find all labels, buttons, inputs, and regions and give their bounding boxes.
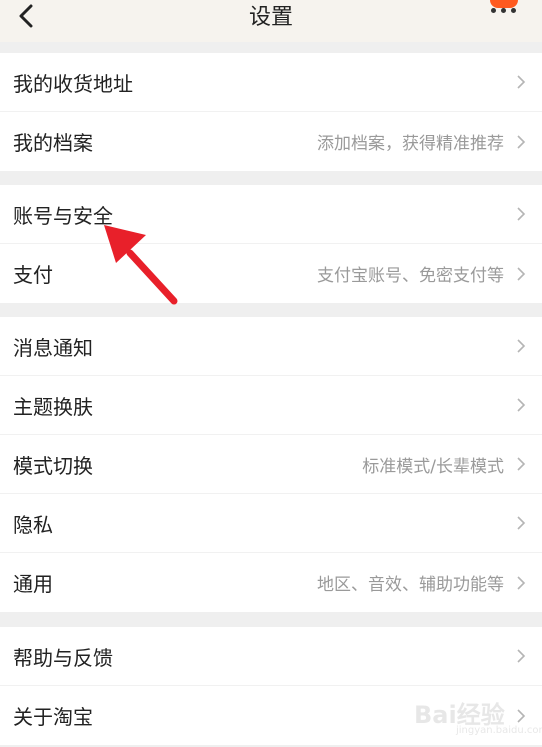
notification-badge [490,0,518,8]
chevron-right-icon [517,516,526,530]
item-label: 隐私 [13,512,53,537]
settings-item-theme[interactable]: 主题换肤 [0,376,542,435]
item-label: 关于淘宝 [13,705,93,729]
settings-item-profile[interactable]: 我的档案 添加档案，获得精准推荐 [0,112,542,171]
chevron-right-icon [517,575,526,590]
item-label: 我的档案 [13,131,93,155]
item-hint: 支付宝账号、免密支付等 [317,266,504,286]
item-label: 帮助与反馈 [13,645,113,670]
item-label: 模式切换 [13,453,93,478]
top-bar: 设置 [0,0,542,42]
settings-group-account-info: 我的收货地址 我的档案 添加档案，获得精准推荐 [0,53,542,171]
chevron-right-icon [517,134,526,149]
item-label: 通用 [13,572,53,596]
settings-group-security: 账号与安全 支付 支付宝账号、免密支付等 [0,185,542,303]
chevron-right-icon [517,398,526,412]
more-button[interactable] [490,0,532,22]
chevron-right-icon [517,266,526,281]
settings-item-mode-switch[interactable]: 模式切换 标准模式/长辈模式 [0,435,542,494]
chevron-right-icon [517,339,526,353]
item-label: 消息通知 [13,335,93,360]
chevron-right-icon [517,207,526,221]
settings-item-privacy[interactable]: 隐私 [0,494,542,553]
watermark-url: jingyan.baidu.com [456,725,542,736]
settings-group-preferences: 消息通知 主题换肤 模式切换 标准模式/长辈模式 隐私 通用 地区、音效、辅助功… [0,317,542,612]
item-hint: 地区、音效、辅助功能等 [317,575,504,595]
annotation-arrow-icon [104,225,178,305]
back-button[interactable] [12,2,40,30]
more-dots-icon [491,8,516,13]
item-label: 我的收货地址 [13,71,133,96]
settings-item-payment[interactable]: 支付 支付宝账号、免密支付等 [0,244,542,303]
chevron-right-icon [517,457,526,471]
settings-item-general[interactable]: 通用 地区、音效、辅助功能等 [0,553,542,612]
chevron-right-icon [517,75,526,89]
watermark: Bai经验 jingyan.baidu.com [414,695,542,737]
item-hint: 标准模式/长辈模式 [362,456,504,477]
item-hint: 添加档案，获得精准推荐 [317,134,504,154]
item-label: 支付 [13,263,53,287]
settings-item-account-security[interactable]: 账号与安全 [0,185,542,244]
page-title: 设置 [248,5,293,30]
settings-item-shipping-address[interactable]: 我的收货地址 [0,53,542,112]
settings-item-notifications[interactable]: 消息通知 [0,317,542,376]
chevron-right-icon [517,649,526,663]
settings-item-help-feedback[interactable]: 帮助与反馈 [0,627,542,686]
item-label: 主题换肤 [13,394,93,419]
chevron-left-icon [19,4,33,28]
